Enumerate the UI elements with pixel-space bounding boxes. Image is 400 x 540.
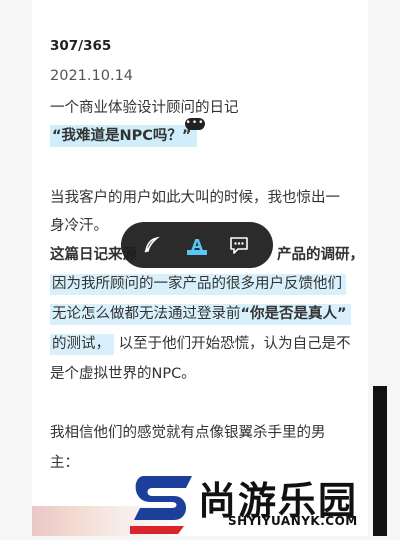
feather-pen-icon[interactable]	[137, 231, 165, 259]
paragraph-line: 身冷汗。	[50, 218, 108, 234]
paragraph-line: 我相信他们的感觉就有点像银翼杀手里的男	[50, 425, 326, 441]
paragraph-line: 是个虚拟世界的NPC。	[50, 366, 196, 382]
highlighted-headline[interactable]: “我难道是NPC吗？”	[50, 125, 198, 147]
brand-url: SHYIYUANYK.COM	[228, 514, 358, 528]
paragraph-line: 当我客户的用户如此大叫的时候，我也惊出一	[50, 190, 340, 206]
entry-date: 2021.10.14	[50, 68, 134, 84]
paragraph-line: 的测试， 以至于他们开始恐慌，认为自己是不	[50, 332, 351, 355]
highlight-letter: A	[191, 236, 203, 254]
highlighted-text[interactable]: 无论怎么做都无法通过登录前“你是否是真人”	[50, 304, 351, 325]
highlighted-text[interactable]: 的测试，	[50, 334, 114, 355]
highlight-a-icon[interactable]: A	[183, 231, 211, 259]
paragraph-bold-text: 产品的调研，	[277, 247, 364, 263]
entry-subtitle: 一个商业体验设计顾问的日记	[50, 100, 239, 116]
brand-s-logo-icon	[130, 470, 196, 540]
selection-toolbar: A	[121, 222, 273, 268]
highlighted-text[interactable]: 因为我所顾问的一家产品的很多用户反馈他们	[50, 274, 346, 295]
headline-quote[interactable]: “我难道是NPC吗？”	[50, 124, 198, 147]
comment-count-badge[interactable]: •••	[185, 118, 205, 130]
paragraph-line: 因为我所顾问的一家产品的很多用户反馈他们	[50, 272, 346, 295]
comment-bubble-icon[interactable]	[225, 231, 253, 259]
article-page: 307/365 2021.10.14 一个商业体验设计顾问的日记 “我难道是NP…	[32, 0, 368, 536]
paragraph-line: 无论怎么做都无法通过登录前“你是否是真人”	[50, 302, 351, 325]
entry-counter: 307/365	[50, 38, 112, 54]
paragraph-line: 主：	[50, 455, 79, 471]
scroll-indicator-bar	[373, 386, 387, 536]
